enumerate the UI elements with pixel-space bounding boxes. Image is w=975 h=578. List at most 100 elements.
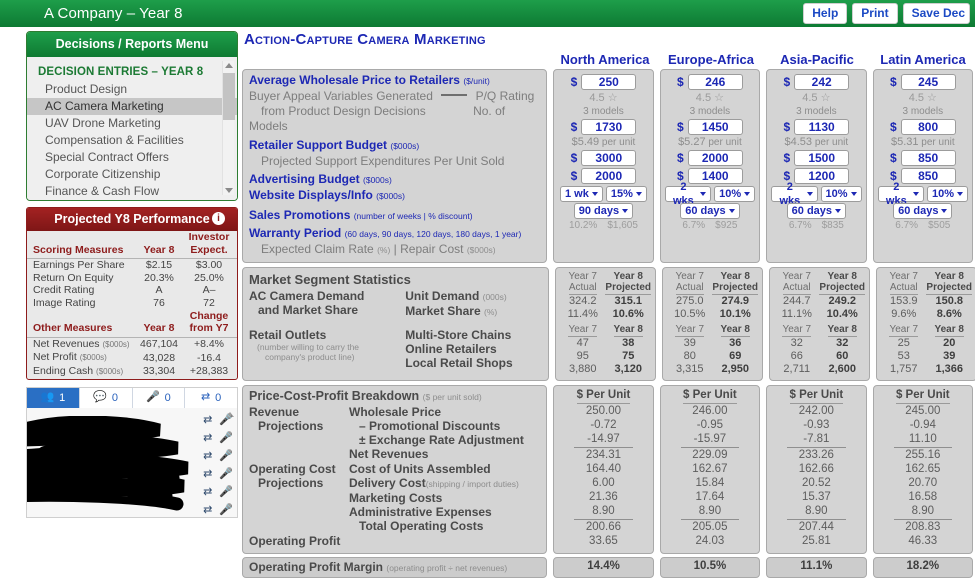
list-item[interactable]: ⇄ 🎤 (203, 413, 233, 426)
warranty-period-select[interactable]: 60 days (680, 203, 740, 219)
warranty-period-select[interactable]: 60 days (786, 203, 847, 219)
page-title: A Company – Year 8 (44, 5, 183, 22)
wholesale-price-input[interactable] (794, 74, 850, 90)
swap-icon[interactable]: ⇄ (203, 449, 212, 462)
sidebar-item-finance-cash-flow[interactable]: Finance & Cash Flow (27, 183, 237, 200)
advertising-budget-input[interactable] (581, 150, 637, 166)
retailer-support-input[interactable] (581, 119, 637, 135)
swap-icon[interactable]: ⇄ (203, 467, 212, 480)
wholesale-price-input[interactable] (687, 74, 743, 90)
microphone-icon[interactable]: 🎤 (219, 431, 233, 444)
swap-icon[interactable]: ⇄ (203, 503, 212, 516)
label-text: Buyer Appeal Variables Generated (249, 89, 433, 103)
retailer-support-input[interactable] (794, 119, 850, 135)
list-item[interactable]: ⇄ 🎤 (203, 485, 233, 498)
advertising-budget-input[interactable] (794, 150, 850, 166)
pq-rating-number: 4.5 (908, 92, 924, 104)
row-label: Ending Cash ($000s) (27, 365, 135, 379)
head-l1: Year 7 (889, 271, 918, 282)
sidebar-item-product-design[interactable]: Product Design (27, 81, 237, 98)
local-row: 1,757 1,366 (881, 363, 972, 376)
tab-chat[interactable]: 💬 0 (79, 387, 133, 408)
label-warranty-period: Warranty Period (60 days, 90 days, 120 d… (249, 224, 540, 242)
scroll-down-arrow-icon[interactable] (225, 188, 233, 193)
promo-discount-select[interactable]: 10% (714, 186, 756, 202)
warranty-period-select[interactable]: 90 days (573, 203, 634, 219)
val-net-revenues: 234.31 (574, 446, 633, 462)
website-displays-input[interactable] (581, 168, 637, 184)
menu-section-decision-entries: DECISION ENTRIES – YEAR 8 (38, 66, 204, 78)
info-icon[interactable]: i (212, 212, 225, 225)
advertising-budget-input[interactable] (900, 150, 956, 166)
stats-header-2: Year 7 Year 8 (774, 324, 865, 337)
promo-weeks-select[interactable]: 2 wks (771, 181, 818, 207)
print-button[interactable]: Print (852, 3, 898, 24)
promo-discount-select[interactable]: 10% (927, 186, 969, 202)
dollar-sign: $ (889, 75, 897, 89)
menu-scrollbar[interactable] (222, 61, 235, 195)
save-decisions-button[interactable]: Save Dec (902, 3, 970, 24)
microphone-icon[interactable]: 🎤 (219, 449, 233, 462)
promo-weeks-select[interactable]: 2 wks (664, 181, 712, 207)
tab-audio[interactable]: 🎤 0 (132, 387, 186, 408)
row-label-text: Net Revenues (33, 337, 100, 350)
microphone-icon[interactable]: 🎤 (219, 503, 233, 516)
sidebar-item-ac-camera-marketing[interactable]: AC Camera Marketing (27, 98, 237, 115)
chevron-down-icon (591, 192, 598, 196)
microphone-icon[interactable]: 🎤 (219, 467, 233, 480)
swap-icon[interactable]: ⇄ (203, 431, 212, 444)
label-repair-cost: Repair Cost (400, 242, 464, 256)
sidebar-item-corporate-citizenship[interactable]: Corporate Citizenship (27, 166, 237, 183)
label-text: Market Share (405, 304, 481, 318)
promo-discount-select[interactable]: 10% (820, 186, 862, 202)
per-unit-note: $4.53 per unit (784, 136, 849, 148)
note-line1: (number willing to carry the (257, 342, 360, 352)
help-button[interactable]: Help (803, 3, 848, 24)
label-online-retailers: Online Retailers (405, 342, 497, 356)
advertising-budget-input[interactable] (687, 150, 743, 166)
scrollbar-thumb[interactable] (223, 73, 235, 120)
val-cost-of-units: 162.67 (692, 462, 728, 475)
stream-tab-bar: 👥 1 💬 0 🎤 0 ⇄ 0 (27, 387, 237, 408)
head-l2: Actual (675, 282, 704, 295)
val-cost-of-units: 162.66 (798, 462, 834, 475)
list-item[interactable]: ⇄ 🎤 (203, 449, 233, 462)
label-buyer-appeal-2: from Product Design Decisions No. of Mod… (249, 104, 540, 134)
warranty-period-select[interactable]: 60 days (893, 203, 953, 219)
chains-row: 32 32 (774, 337, 865, 350)
stats-header-2: Year 7 Year 8 (667, 324, 758, 337)
retailer-support-input-row: $ (558, 118, 648, 136)
tab-participants[interactable]: 👥 1 (27, 387, 80, 408)
audio-count: 0 (164, 391, 171, 404)
promo-discount-value: 10% (719, 188, 742, 200)
promo-weeks-select[interactable]: 2 wks (877, 181, 924, 207)
retailer-support-input[interactable] (900, 119, 956, 135)
list-item[interactable]: ⇄ 🎤 (203, 467, 233, 480)
head-l1: Year 8 (720, 271, 750, 282)
promo-discount-select[interactable]: 15% (605, 186, 647, 202)
head2-year8: Year 8 (606, 324, 652, 337)
demand-row: 275.0 274.9 (667, 295, 758, 308)
pcp-col-head: $ Per Unit (878, 388, 968, 404)
list-item[interactable]: ⇄ 🎤 (203, 431, 233, 444)
microphone-icon[interactable]: 🎤 (219, 413, 233, 426)
scroll-up-arrow-icon[interactable] (225, 63, 233, 68)
sidebar-item-special-contract-offers[interactable]: Special Contract Offers (27, 149, 237, 166)
wholesale-price-input[interactable] (581, 74, 637, 90)
wholesale-price-input[interactable] (900, 74, 956, 90)
swap-icon[interactable]: ⇄ (203, 413, 212, 426)
per-unit-value: $5.49 (571, 136, 600, 148)
swap-icon[interactable]: ⇄ (203, 485, 212, 498)
val-net-revenues: 233.26 (787, 446, 846, 462)
demand-y7: 275.0 (675, 295, 704, 307)
pcp-row: Price-Cost-Profit Breakdown ($ per unit … (242, 385, 974, 554)
retailer-support-input[interactable] (687, 119, 743, 135)
sidebar-item-uav-drone-marketing[interactable]: UAV Drone Marketing (27, 115, 237, 132)
market-segment-title: Market Segment Statistics (249, 272, 411, 287)
microphone-icon[interactable]: 🎤 (219, 485, 233, 498)
tab-share[interactable]: ⇄ 0 (185, 387, 237, 408)
share-row: 10.5% 10.1% (667, 308, 758, 321)
sidebar-item-compensation-facilities[interactable]: Compensation & Facilities (27, 132, 237, 149)
list-item[interactable]: ⇄ 🎤 (203, 503, 233, 516)
promo-weeks-select[interactable]: 1 wk (560, 186, 603, 202)
